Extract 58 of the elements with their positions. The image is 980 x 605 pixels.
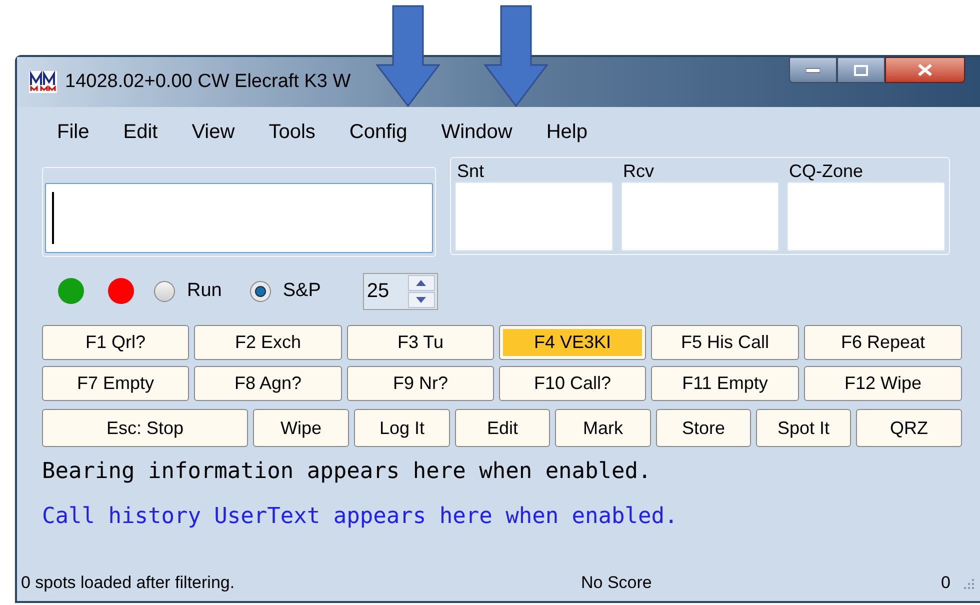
action-button[interactable]: Esc: Stop: [42, 409, 248, 447]
function-key-button[interactable]: F4 VE3KI: [499, 325, 646, 360]
count-status-text: 0: [941, 572, 952, 594]
close-icon: [917, 63, 933, 77]
field-label: Rcv: [622, 160, 655, 182]
exchange-input-field[interactable]: [455, 182, 613, 251]
maximize-icon: [854, 64, 868, 76]
app-logo-icon: [29, 71, 57, 93]
close-button[interactable]: [885, 57, 965, 83]
function-key-button[interactable]: F1 Qrl?: [42, 325, 189, 360]
exchange-input-field[interactable]: [787, 182, 945, 251]
function-key-button[interactable]: F9 Nr?: [347, 366, 494, 401]
down-arrow-icon: [484, 5, 548, 107]
function-key-button[interactable]: F7 Empty: [42, 366, 189, 401]
action-button[interactable]: Wipe: [253, 409, 349, 447]
resize-grip-icon: [961, 576, 975, 590]
mode-radio[interactable]: Run: [154, 276, 222, 306]
maximize-button[interactable]: [837, 57, 885, 83]
exchange-input-field[interactable]: [621, 182, 779, 251]
mode-radio[interactable]: S&P: [250, 276, 321, 306]
minimize-icon: [806, 68, 820, 72]
bearing-info-text: Bearing information appears here when enabled.: [42, 458, 652, 486]
score-status-text: No Score: [581, 572, 653, 594]
action-button[interactable]: Log It: [354, 409, 450, 447]
menu-item[interactable]: Help: [546, 117, 588, 147]
speed-spinner[interactable]: 25: [362, 272, 438, 310]
action-button[interactable]: Spot It: [756, 409, 851, 447]
function-key-button[interactable]: F12 Wipe: [804, 366, 962, 401]
function-key-button[interactable]: F8 Agn?: [194, 366, 342, 401]
function-key-button[interactable]: F5 His Call: [651, 325, 799, 360]
field-label: CQ-Zone: [788, 160, 864, 182]
function-key-button[interactable]: F6 Repeat: [804, 325, 962, 360]
spin-down-button[interactable]: [408, 292, 435, 308]
spots-status-text: 0 spots loaded after filtering.: [21, 572, 236, 594]
menu-item[interactable]: Config: [349, 117, 408, 147]
down-arrow-icon: [376, 5, 440, 107]
action-button[interactable]: Mark: [555, 409, 651, 447]
function-key-button[interactable]: F2 Exch: [194, 325, 342, 360]
menu-item[interactable]: Tools: [268, 117, 316, 147]
menu-item[interactable]: File: [57, 117, 90, 147]
menu-item[interactable]: Window: [441, 117, 512, 147]
field-label: Snt: [456, 160, 486, 182]
function-key-button[interactable]: F11 Empty: [651, 366, 799, 401]
window-title: 14028.02+0.00 CW Elecraft K3 W: [65, 70, 351, 94]
menu-item[interactable]: Edit: [123, 117, 158, 147]
action-button[interactable]: Edit: [455, 409, 550, 447]
function-key-button[interactable]: F10 Call?: [499, 366, 646, 401]
action-button[interactable]: QRZ: [856, 409, 962, 447]
menu-item[interactable]: View: [192, 117, 235, 147]
text-cursor: [52, 192, 54, 244]
action-button[interactable]: Store: [656, 409, 751, 447]
user-text-info: Call history UserText appears here when enabled.: [42, 503, 679, 531]
spin-up-button[interactable]: [408, 274, 435, 290]
function-key-button[interactable]: F3 Tu: [347, 325, 494, 360]
minimize-button[interactable]: [789, 57, 837, 83]
call-input-field[interactable]: [45, 183, 433, 253]
down-arrow-icon: [416, 296, 426, 302]
up-arrow-icon: [416, 280, 426, 286]
